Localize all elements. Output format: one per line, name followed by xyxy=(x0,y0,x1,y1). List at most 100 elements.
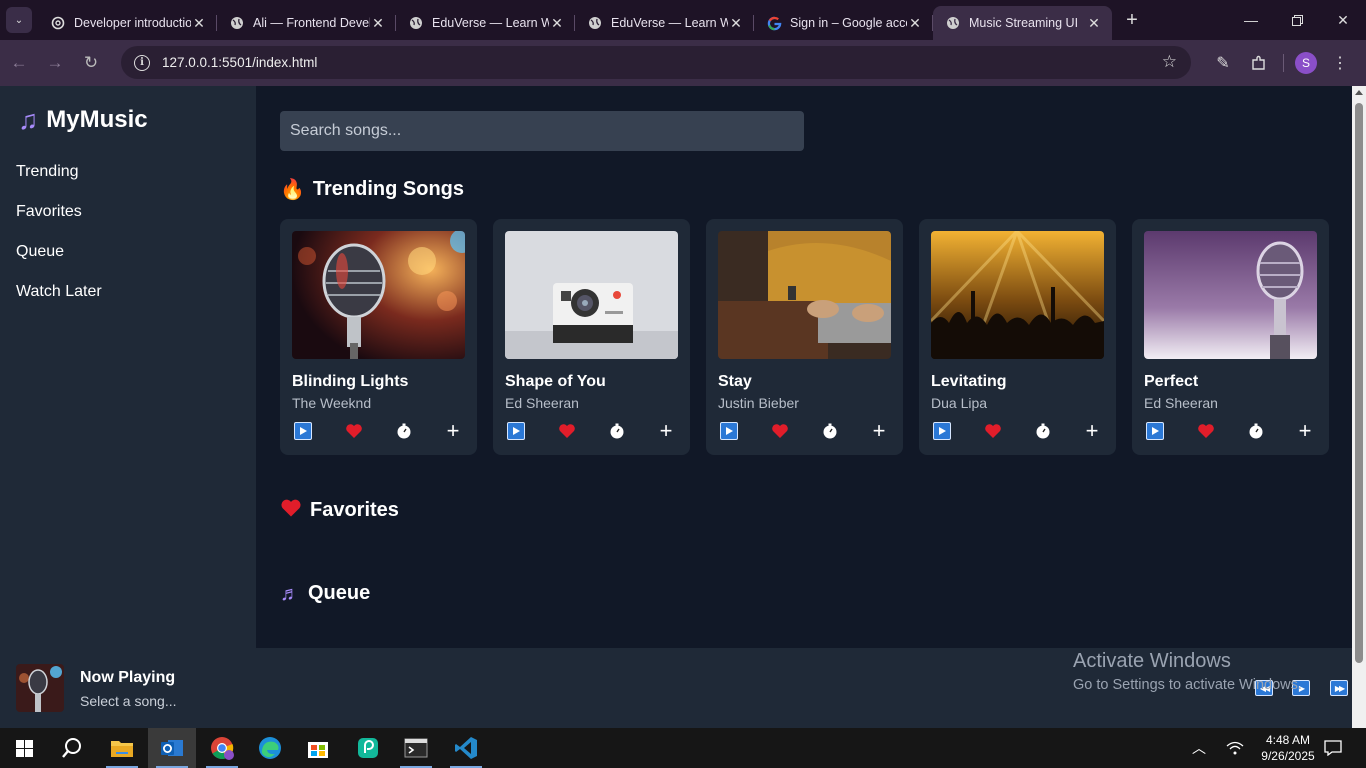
back-icon[interactable]: ← xyxy=(2,46,36,80)
extensions-icon[interactable] xyxy=(1246,50,1272,76)
song-actions: + xyxy=(718,420,891,442)
edge-icon[interactable] xyxy=(246,728,294,768)
sidebar-nav: Trending Favorites Queue Watch Later xyxy=(16,160,102,320)
more-menu-icon[interactable]: ⋮ xyxy=(1327,50,1353,76)
tab-search-button[interactable]: ⌄ xyxy=(6,7,32,33)
plus-icon[interactable]: + xyxy=(1295,420,1315,442)
close-tab-icon[interactable]: ✕ xyxy=(549,15,565,32)
plus-icon[interactable]: + xyxy=(443,420,463,442)
song-card[interactable]: Blinding Lights The Weeknd + xyxy=(280,219,477,455)
plus-icon[interactable]: + xyxy=(869,420,889,442)
chrome-icon[interactable] xyxy=(198,728,246,768)
next-icon[interactable]: ▶▶ xyxy=(1330,680,1348,696)
chatgpt-icon xyxy=(50,15,66,31)
browser-tab[interactable]: Sign in – Google acco ✕ xyxy=(754,6,933,40)
close-tab-icon[interactable]: ✕ xyxy=(191,15,207,32)
stopwatch-icon[interactable] xyxy=(820,421,840,441)
page-scrollbar[interactable] xyxy=(1352,86,1366,728)
song-card-list: Blinding Lights The Weeknd + Shape of Yo… xyxy=(280,219,1329,455)
browser-tab[interactable]: Developer introductio ✕ xyxy=(38,6,217,40)
search-input[interactable] xyxy=(280,111,804,151)
stopwatch-icon[interactable] xyxy=(1246,421,1266,441)
network-icon[interactable] xyxy=(1226,728,1244,768)
song-card[interactable]: Shape of You Ed Sheeran + xyxy=(493,219,690,455)
file-explorer-icon[interactable] xyxy=(98,728,146,768)
address-bar[interactable]: i 127.0.0.1:5501/index.html ☆ xyxy=(121,46,1191,79)
song-artist: Dua Lipa xyxy=(931,395,988,411)
trending-title: Trending Songs xyxy=(312,178,465,200)
song-actions: + xyxy=(1144,420,1317,442)
taskbar-clock[interactable]: 4:48 AM 9/26/2025 xyxy=(1256,732,1320,764)
notifications-icon[interactable] xyxy=(1324,728,1342,768)
site-info-icon[interactable]: i xyxy=(134,54,150,71)
tray-chevron-icon[interactable]: ︿ xyxy=(1192,728,1206,768)
favorites-heading: Favorites xyxy=(280,498,399,522)
store-icon[interactable] xyxy=(294,728,342,768)
reload-icon[interactable]: ↻ xyxy=(74,46,108,80)
new-tab-button[interactable]: + xyxy=(1118,6,1146,34)
close-tab-icon[interactable]: ✕ xyxy=(1086,15,1102,32)
previous-icon[interactable]: ◀◀ xyxy=(1255,680,1273,696)
profile-avatar[interactable]: S xyxy=(1295,52,1317,74)
album-art xyxy=(718,231,891,359)
song-card[interactable]: Perfect Ed Sheeran + xyxy=(1132,219,1329,455)
nav-favorites[interactable]: Favorites xyxy=(16,200,102,240)
heart-icon[interactable] xyxy=(770,421,790,441)
nav-trending[interactable]: Trending xyxy=(16,160,102,200)
toolbar-icons: ✎ S ⋮ xyxy=(1205,40,1358,86)
play-icon[interactable] xyxy=(719,421,739,441)
close-tab-icon[interactable]: ✕ xyxy=(907,15,923,32)
nav-watch-later[interactable]: Watch Later xyxy=(16,280,102,320)
play-pause-icon[interactable]: ▶ xyxy=(1292,680,1310,696)
close-tab-icon[interactable]: ✕ xyxy=(728,15,744,32)
heart-icon xyxy=(280,498,302,522)
song-card[interactable]: Stay Justin Bieber + xyxy=(706,219,903,455)
heart-icon[interactable] xyxy=(557,421,577,441)
play-icon[interactable] xyxy=(506,421,526,441)
search-icon[interactable] xyxy=(48,728,96,768)
song-actions: + xyxy=(931,420,1104,442)
bookmark-star-icon[interactable]: ☆ xyxy=(1162,52,1177,72)
song-actions: + xyxy=(292,420,465,442)
restore-icon[interactable] xyxy=(1274,0,1320,40)
plus-icon[interactable]: + xyxy=(1082,420,1102,442)
minimize-icon[interactable]: — xyxy=(1228,0,1274,40)
music-notes-icon: ♬ xyxy=(280,582,300,605)
app-icon[interactable] xyxy=(344,728,392,768)
terminal-icon[interactable] xyxy=(392,728,440,768)
play-icon[interactable] xyxy=(1145,421,1165,441)
browser-tab[interactable]: Ali — Frontend Devel ✕ xyxy=(217,6,396,40)
outlook-icon[interactable] xyxy=(148,728,196,768)
stopwatch-icon[interactable] xyxy=(394,421,414,441)
browser-tab-strip: ⌄ Developer introductio ✕ Ali — Frontend… xyxy=(0,0,1366,40)
close-tab-icon[interactable]: ✕ xyxy=(370,15,386,32)
globe-icon xyxy=(408,15,424,31)
play-icon[interactable] xyxy=(293,421,313,441)
main-content: 🔥 Trending Songs Blinding Lig xyxy=(256,86,1352,648)
start-icon[interactable] xyxy=(0,728,48,768)
stopwatch-icon[interactable] xyxy=(1033,421,1053,441)
browser-tab[interactable]: EduVerse — Learn Wi ✕ xyxy=(396,6,575,40)
browser-tab-active[interactable]: Music Streaming UI ✕ xyxy=(933,6,1112,40)
album-art xyxy=(1144,231,1317,359)
forward-icon[interactable]: → xyxy=(38,46,72,80)
song-artist: Ed Sheeran xyxy=(505,395,579,411)
now-playing-bar: Now Playing Select a song... ◀◀ ▶ ▶▶ xyxy=(0,648,1352,728)
browser-tab[interactable]: EduVerse — Learn Wi ✕ xyxy=(575,6,754,40)
queue-heading: ♬ Queue xyxy=(280,582,370,605)
heart-icon[interactable] xyxy=(983,421,1003,441)
plus-icon[interactable]: + xyxy=(656,420,676,442)
stopwatch-icon[interactable] xyxy=(607,421,627,441)
sidebar: ♫ MyMusic Trending Favorites Queue Watch… xyxy=(0,86,256,648)
browser-toolbar: ← → ↻ i 127.0.0.1:5501/index.html ☆ ✎ S … xyxy=(0,40,1366,86)
song-card[interactable]: Levitating Dua Lipa + xyxy=(919,219,1116,455)
nav-queue[interactable]: Queue xyxy=(16,240,102,280)
brand: ♫ MyMusic xyxy=(18,106,148,134)
heart-icon[interactable] xyxy=(1196,421,1216,441)
play-icon[interactable] xyxy=(932,421,952,441)
now-playing-title: Now Playing xyxy=(80,669,176,686)
eyedropper-icon[interactable]: ✎ xyxy=(1210,50,1236,76)
vscode-icon[interactable] xyxy=(442,728,490,768)
heart-icon[interactable] xyxy=(344,421,364,441)
close-window-icon[interactable]: ✕ xyxy=(1320,0,1366,40)
